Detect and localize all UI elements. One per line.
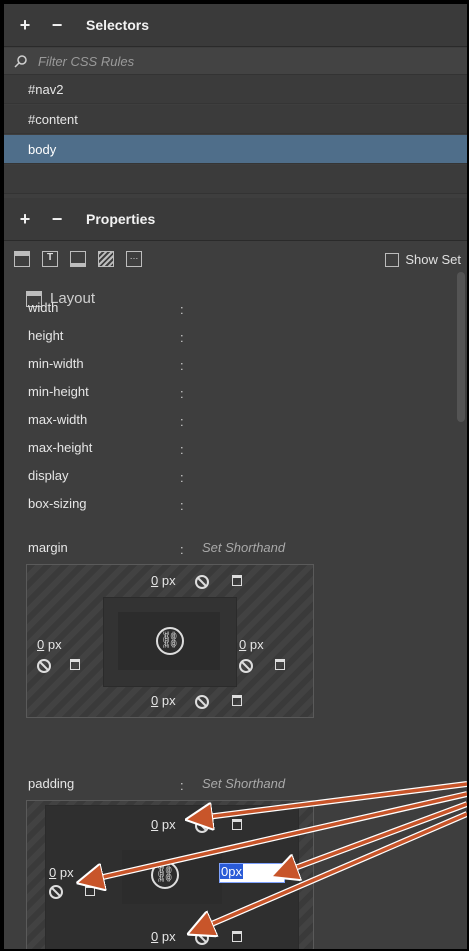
- annotation-arrows: [4, 781, 467, 949]
- css-designer-panel: + − Selectors Filter CSS Rules #nav2 #co…: [4, 4, 467, 949]
- arrow-padding-bottom: [200, 812, 467, 929]
